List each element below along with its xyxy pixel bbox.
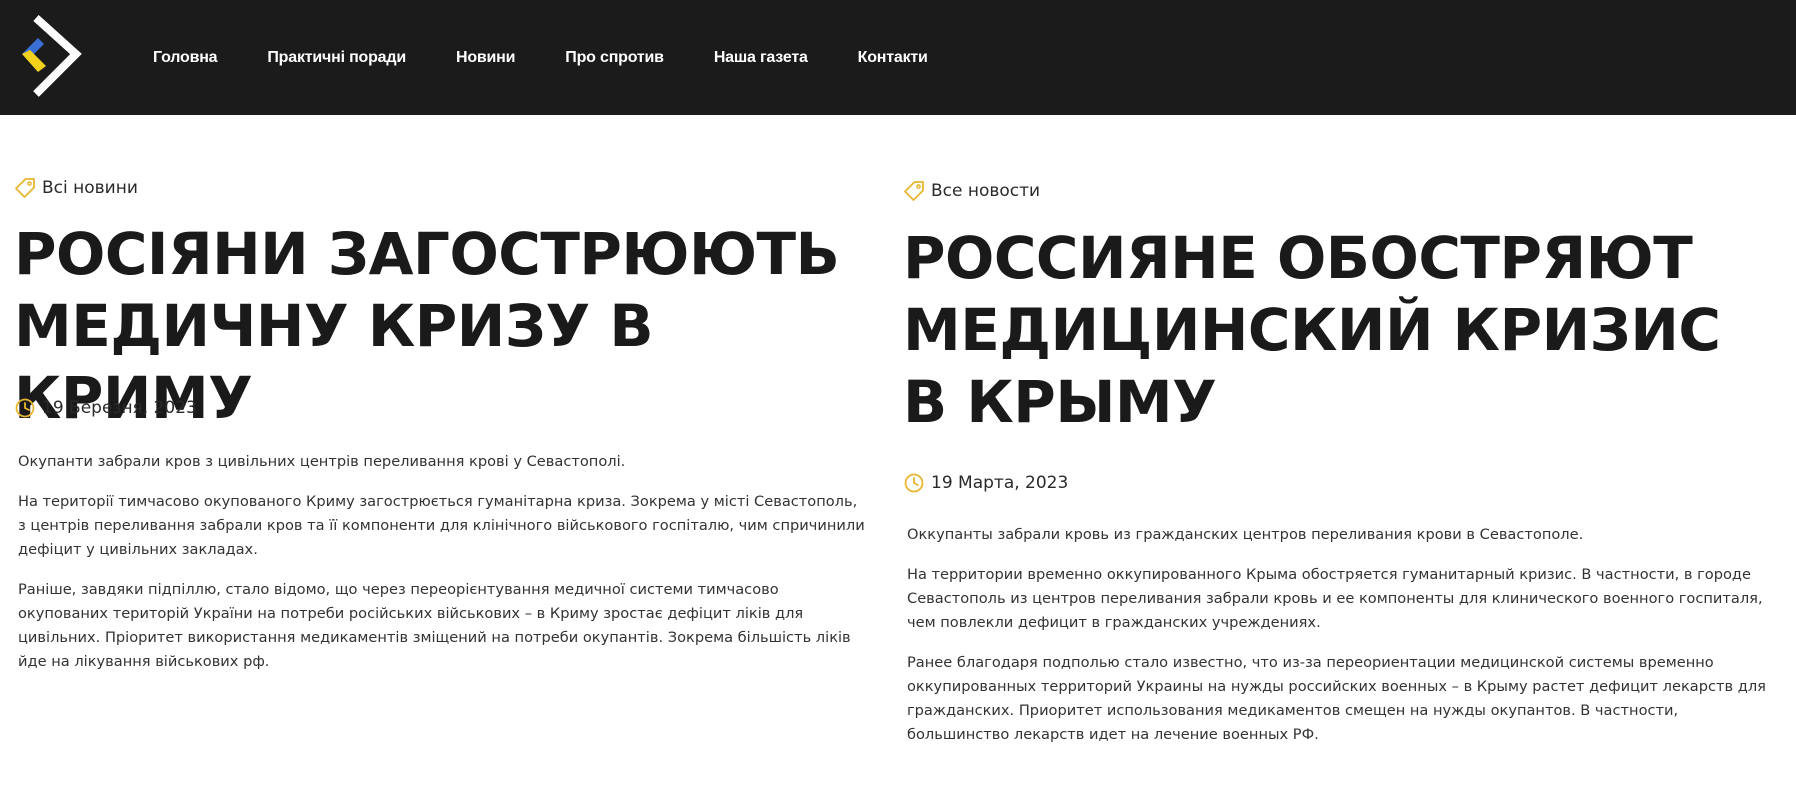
article-title: Россияне обостряют медицинский кризис в … xyxy=(903,224,1721,436)
nav-item-our-newspaper[interactable]: Наша газета xyxy=(714,49,808,67)
nav-item-practical-tips[interactable]: Практичні поради xyxy=(267,49,406,67)
article-paragraph: Ранее благодаря подполью стало известно,… xyxy=(907,654,1766,743)
tag-icon xyxy=(904,181,924,201)
all-news-link[interactable]: Всі новини xyxy=(42,178,138,198)
nav-item-home[interactable]: Головна xyxy=(153,49,218,67)
nav-item-contacts[interactable]: Контакти xyxy=(858,49,928,67)
category-tag: Всі новини xyxy=(14,177,138,199)
article-paragraph: Оккупанты забрали кровь из гражданских ц… xyxy=(907,526,1584,543)
clock-icon xyxy=(15,398,35,418)
nav-item-news[interactable]: Новини xyxy=(456,49,516,67)
article-date: 19 Березня, 2023 xyxy=(14,397,197,419)
article-paragraph: На территории временно оккупированного К… xyxy=(907,566,1763,631)
date-text: 19 Марта, 2023 xyxy=(931,473,1069,493)
article-body: Оккупанты забрали кровь из гражданских ц… xyxy=(907,523,1777,763)
article-paragraph: Окупанти забрали кров з цивільних центрі… xyxy=(18,453,626,470)
main-nav: Головна Практичні поради Новини Про спро… xyxy=(153,0,978,115)
nav-item-about-resistance[interactable]: Про спротив xyxy=(565,49,664,67)
top-navigation-bar: Головна Практичні поради Новини Про спро… xyxy=(0,0,1796,115)
article-date: 19 Марта, 2023 xyxy=(903,472,1068,494)
category-tag: Все новости xyxy=(903,180,1040,202)
article-paragraph: Раніше, завдяки підпіллю, стало відомо, … xyxy=(18,581,851,670)
logo-icon[interactable] xyxy=(18,14,84,98)
date-text: 19 Березня, 2023 xyxy=(42,398,197,418)
clock-icon xyxy=(904,473,924,493)
article-paragraph: На території тимчасово окупованого Криму… xyxy=(18,493,865,558)
tag-icon xyxy=(15,178,35,198)
all-news-link[interactable]: Все новости xyxy=(931,181,1040,201)
article-body: Окупанти забрали кров з цивільних центрі… xyxy=(18,450,868,690)
